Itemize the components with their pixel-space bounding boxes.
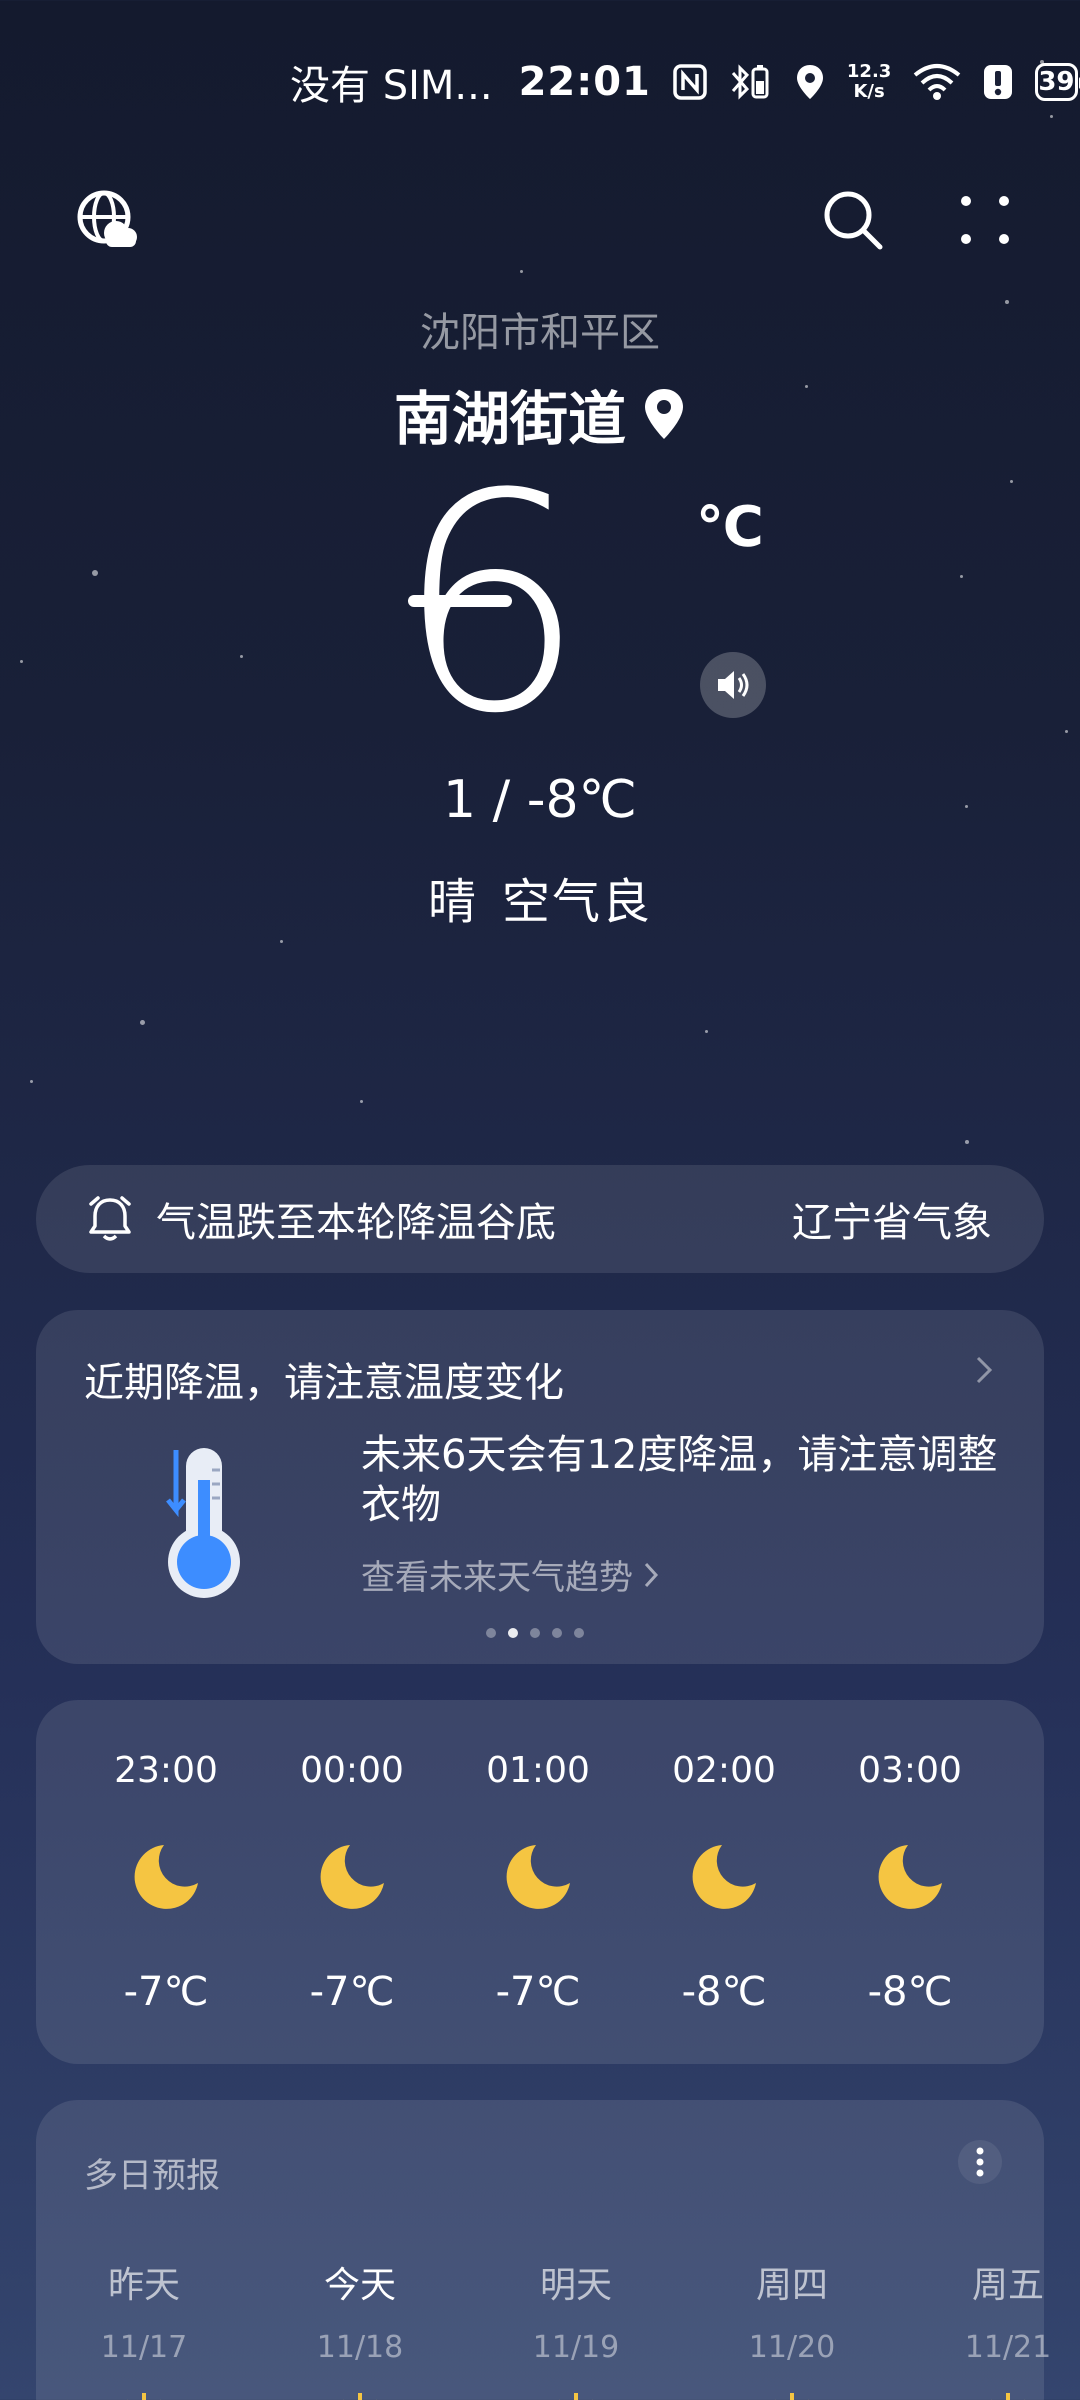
globe-cloud-icon bbox=[77, 190, 137, 247]
hour-item: 23:00 -7℃ bbox=[76, 1750, 256, 2015]
weather-trend-link[interactable]: 查看未来天气趋势 bbox=[361, 1550, 661, 1599]
alert-icon bbox=[983, 60, 1013, 104]
day-name: 周五 bbox=[971, 2265, 1044, 2306]
daily-more-button[interactable] bbox=[958, 2140, 1002, 2184]
moon-icon bbox=[878, 1845, 942, 1909]
temperature-unit: ℃ bbox=[696, 495, 764, 560]
multi-day-forecast-card[interactable]: 多日预报 昨天 11/17 今天 11/18 明天 11/19 周四 11/20… bbox=[36, 2100, 1051, 2400]
chevron-right-icon bbox=[976, 1356, 993, 1384]
hour-item: 02:00 -8℃ bbox=[634, 1750, 814, 2015]
hour-item: 00:00 -7℃ bbox=[262, 1750, 442, 2015]
hour-temp: -8℃ bbox=[867, 1969, 953, 2015]
day-item: 今天 11/18 bbox=[280, 2256, 440, 2400]
tip-title: 近期降温，请注意温度变化 bbox=[84, 1360, 564, 1406]
nfc-icon bbox=[673, 60, 707, 104]
moon-icon bbox=[134, 1845, 198, 1909]
more-vertical-icon bbox=[976, 2147, 984, 2177]
search-button[interactable] bbox=[818, 185, 888, 255]
hour-temp: -8℃ bbox=[681, 1969, 767, 2015]
weather-condition: 晴 bbox=[427, 874, 478, 930]
weather-trend-label: 查看未来天气趋势 bbox=[361, 1558, 633, 1598]
more-menu-button[interactable] bbox=[950, 185, 1020, 255]
wifi-icon bbox=[913, 60, 961, 104]
page-dot-active bbox=[508, 1628, 518, 1638]
hour-time: 04 bbox=[1006, 1750, 1044, 1791]
alarm-bell-icon bbox=[89, 1196, 131, 1241]
more-icon bbox=[961, 196, 1009, 244]
hour-temp: -7℃ bbox=[495, 1969, 581, 2015]
day-date: 11/21 bbox=[964, 2330, 1052, 2365]
sun-icon bbox=[343, 2393, 377, 2400]
location-pin-icon bbox=[645, 389, 683, 439]
search-icon bbox=[824, 191, 883, 250]
hour-temp: -7℃ bbox=[309, 1969, 395, 2015]
hour-time: 02:00 bbox=[672, 1750, 776, 1791]
alert-text: 气温跌至本轮降温谷底 bbox=[156, 1200, 556, 1246]
city-manage-button[interactable] bbox=[72, 185, 142, 255]
sun-icon bbox=[559, 2393, 593, 2400]
day-item: 明天 11/19 bbox=[496, 2256, 656, 2400]
day-name: 今天 bbox=[323, 2265, 396, 2306]
day-date: 11/17 bbox=[100, 2330, 188, 2365]
weather-alert-bar[interactable]: 气温跌至本轮降温谷底 辽宁省气象 bbox=[36, 1165, 1044, 1273]
hour-temp: - bbox=[1006, 1969, 1044, 2015]
air-quality: 空气良 bbox=[502, 874, 653, 930]
day-name: 周四 bbox=[755, 2265, 828, 2306]
network-speed: 12.3 K/s bbox=[847, 62, 891, 102]
carrier-text: 没有 SIM... bbox=[290, 63, 493, 109]
page-dot bbox=[530, 1628, 540, 1638]
daily-title: 多日预报 bbox=[84, 2156, 220, 2196]
sun-icon bbox=[775, 2393, 809, 2400]
day-item: 周五 11/21 bbox=[928, 2256, 1080, 2400]
moon-icon bbox=[320, 1845, 384, 1909]
temperature-range: 1 / -8℃ bbox=[443, 770, 637, 830]
page-dot bbox=[486, 1628, 496, 1638]
day-date: 11/18 bbox=[316, 2330, 404, 2365]
speaker-icon bbox=[718, 671, 749, 699]
hour-item: 01:00 -7℃ bbox=[448, 1750, 628, 2015]
moon-icon bbox=[506, 1845, 570, 1909]
hour-time: 23:00 bbox=[114, 1750, 218, 1791]
voice-broadcast-button[interactable] bbox=[700, 652, 766, 718]
page-dot bbox=[574, 1628, 584, 1638]
battery-icon: 39 bbox=[1035, 63, 1080, 101]
current-temperature: 6 bbox=[395, 430, 586, 779]
network-speed-value: 12.3 bbox=[846, 61, 892, 82]
hour-temp: -7℃ bbox=[123, 1969, 209, 2015]
sun-icon bbox=[127, 2393, 161, 2400]
chevron-right-icon bbox=[644, 1562, 659, 1587]
tip-body: 未来6天会有12度降温，请注意调整衣物 bbox=[361, 1432, 998, 1528]
district-label: 沈阳市和平区 bbox=[420, 310, 660, 356]
day-item: 周四 11/20 bbox=[712, 2256, 872, 2400]
hour-time: 00:00 bbox=[300, 1750, 404, 1791]
hour-item: 04 - bbox=[1006, 1750, 1044, 2015]
day-date: 11/20 bbox=[748, 2330, 836, 2365]
day-name: 昨天 bbox=[107, 2265, 180, 2306]
weather-condition-row: 晴空气良 bbox=[0, 862, 1080, 932]
hour-time: 01:00 bbox=[486, 1750, 590, 1791]
day-date: 11/19 bbox=[532, 2330, 620, 2365]
alert-source: 辽宁省气象 bbox=[792, 1200, 992, 1246]
status-bar: 没有 SIM... 22:01 12.3 K/s 39 bbox=[290, 52, 1080, 112]
day-item: 昨天 11/17 bbox=[64, 2256, 224, 2400]
sun-icon bbox=[991, 2393, 1025, 2400]
day-name: 明天 bbox=[539, 2265, 612, 2306]
moon-icon bbox=[692, 1845, 756, 1909]
hour-time: 03:00 bbox=[858, 1750, 962, 1791]
location-icon bbox=[795, 60, 825, 104]
bluetooth-battery-icon bbox=[729, 60, 773, 104]
page-dot bbox=[552, 1628, 562, 1638]
hourly-forecast-card[interactable]: 23:00 -7℃ 00:00 -7℃ 01:00 -7℃ 02:00 -8℃ … bbox=[36, 1700, 1044, 2064]
cooling-tip-card[interactable]: 近期降温，请注意温度变化 未来6天会有12度降温，请注意调整衣物 查看未来天气趋… bbox=[36, 1310, 1044, 1664]
pagination-dots bbox=[486, 1628, 584, 1638]
network-speed-unit: K/s bbox=[853, 81, 885, 102]
clock: 22:01 bbox=[518, 59, 651, 105]
thermometer-icon bbox=[166, 1448, 240, 1598]
hour-item: 03:00 -8℃ bbox=[820, 1750, 1000, 2015]
